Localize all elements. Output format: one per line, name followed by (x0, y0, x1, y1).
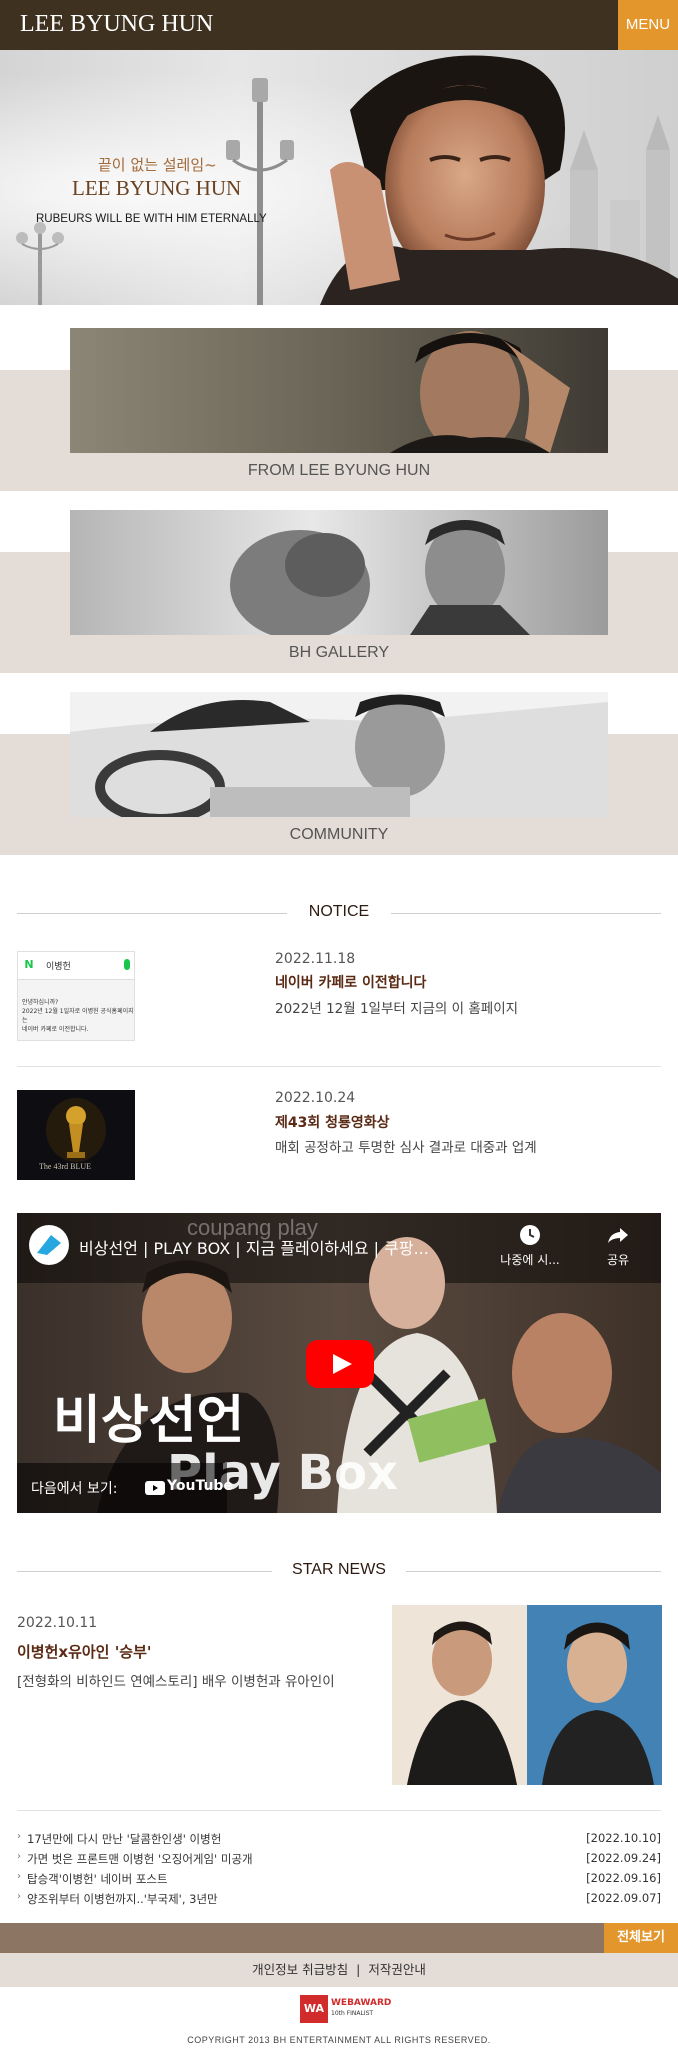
footer-more-bar: 전체보기 (0, 1923, 678, 1953)
watch-later-label: 나중에 시... (500, 1253, 560, 1267)
notice-desc: 매회 공정하고 투명한 심사 결과로 대중과 업계 (275, 1140, 537, 1156)
news-list-item[interactable]: › 양조위부터 이병헌까지..'부국제', 3년만 [2022.09.07] (17, 1891, 661, 1909)
copyright-policy-link[interactable]: 저작권안내 (368, 1962, 426, 1977)
feature-bh-gallery[interactable]: BH GALLERY (0, 510, 678, 693)
notice-date: 2022.11.18 (275, 951, 356, 967)
feature-caption[interactable]: BH GALLERY (0, 644, 678, 662)
share-button[interactable]: 공유 (593, 1223, 643, 1273)
video-player[interactable]: coupang play 비상선언 | PLAY BOX | 지금 플레이하세요… (17, 1213, 661, 1513)
news-list-date: [2022.09.07] (586, 1891, 661, 1905)
web-award-title: WEBAWARD (331, 1998, 392, 2008)
divider (17, 1066, 661, 1067)
notice-title-link[interactable]: 제43회 청룡영화상 (275, 1112, 390, 1132)
youtube-wordmark: YouTube (167, 1478, 233, 1494)
site-logo[interactable]: LEE BYUNG HUN (20, 11, 213, 38)
news-list-date: [2022.10.10] (586, 1831, 661, 1845)
menu-button[interactable]: MENU (618, 0, 678, 50)
news-list-date: [2022.09.24] (586, 1851, 661, 1865)
feature-photo-portrait (70, 328, 608, 453)
notice-item[interactable]: N 이병헌 안녕하십니까? 2022년 12월 1일자로 이병헌 공식홈페이지는… (17, 951, 661, 1041)
notice-desc: 2022년 12월 1일부터 지금의 이 홈페이지 (275, 1001, 519, 1017)
notice-title-link[interactable]: 네이버 카페로 이전합니다 (275, 972, 426, 992)
feature-community[interactable]: COMMUNITY (0, 692, 678, 875)
news-list-item[interactable]: › 17년만에 다시 만난 '달콤한인생' 이병헌 [2022.10.10] (17, 1831, 661, 1849)
view-all-button[interactable]: 전체보기 (604, 1923, 678, 1953)
youtube-logo-icon (145, 1481, 165, 1495)
bullet-arrow-icon: › (17, 1871, 21, 1882)
feature-caption[interactable]: COMMUNITY (0, 826, 678, 844)
news-list-title[interactable]: 탑승객'이병헌' 네이버 포스트 (27, 1871, 168, 1887)
notice-item[interactable]: The 43rd BLUE 2022.10.24 제43회 청룡영화상 매회 공… (17, 1090, 661, 1180)
news-desc: [전형화의 비하인드 연예스토리] 배우 이병헌과 유아인이 (17, 1674, 335, 1690)
feature-photo-car (70, 692, 608, 817)
search-text: 이병헌 (46, 962, 71, 972)
street-lamp-left-illustration (16, 222, 64, 305)
news-photo-image (392, 1605, 662, 1785)
feature-photo-dog (70, 510, 608, 635)
notice-title: NOTICE (308, 903, 370, 920)
thumb-line: 안녕하십니까? (22, 999, 59, 1006)
watch-on-label: 다음에서 보기: (31, 1481, 118, 1497)
web-award-logo-icon: WA (300, 1995, 328, 2023)
notice-date: 2022.10.24 (275, 1090, 356, 1106)
search-bar: N 이병헌 (18, 952, 134, 980)
news-list-title[interactable]: 가면 벗은 프론트맨 이병헌 '오징어게임' 미공개 (27, 1851, 253, 1867)
news-list-date: [2022.09.16] (586, 1871, 661, 1885)
top-header: LEE BYUNG HUN MENU (0, 0, 678, 50)
naver-badge-icon: N (22, 958, 36, 972)
mic-icon (124, 959, 130, 970)
watch-on-youtube[interactable]: 다음에서 보기: YouTube (17, 1463, 233, 1513)
notice-section-title: NOTICE (17, 903, 661, 923)
play-button[interactable] (306, 1340, 374, 1388)
share-label: 공유 (606, 1253, 630, 1267)
thumb-line: 2022년 12월 1일자로 이병헌 공식홈페이지는 (22, 1008, 134, 1024)
copyright-text: COPYRIGHT 2013 BH ENTERTAINMENT ALL RIGH… (187, 2035, 491, 2045)
news-photo[interactable] (392, 1605, 662, 1785)
privacy-policy-link[interactable]: 개인정보 취급방침 (252, 1962, 348, 1977)
link-separator: | (356, 1962, 361, 1977)
video-title[interactable]: 비상선언 | PLAY BOX | 지금 플레이하세요 | 쿠팡... (79, 1235, 499, 1259)
feature-from-lee-byung-hun[interactable]: FROM LEE BYUNG HUN (0, 328, 678, 511)
star-news-title: STAR NEWS (292, 1561, 386, 1578)
web-award-badge: WA WEBAWARD 10th FINALIST (300, 1995, 391, 2023)
news-list-title[interactable]: 양조위부터 이병헌까지..'부국제', 3년만 (27, 1891, 218, 1907)
play-icon (333, 1354, 352, 1374)
feature-caption[interactable]: FROM LEE BYUNG HUN (0, 462, 678, 480)
bullet-arrow-icon: › (17, 1851, 21, 1862)
clock-icon (520, 1225, 540, 1245)
web-award-sub: 10th FINALIST (331, 2010, 374, 2017)
notice-thumb-body: 안녕하십니까? 2022년 12월 1일자로 이병헌 공식홈페이지는 네이버 카… (22, 998, 134, 1034)
coupang-play-logo-icon (37, 1235, 61, 1255)
hero-subtitle: RUBEURS WILL BE WITH HIM ETERNALLY (36, 213, 267, 225)
bullet-arrow-icon: › (17, 1831, 21, 1842)
video-big-title: 비상선언 (53, 1391, 245, 1451)
thumb-line: 네이버 카페로 이전합니다. (22, 1026, 89, 1033)
footer-links: 개인정보 취급방침 | 저작권안내 (0, 1953, 678, 1987)
watch-later-button[interactable]: 나중에 시... (495, 1223, 565, 1273)
hero-tagline: 끝이 없는 설레임~ (98, 156, 217, 174)
bullet-arrow-icon: › (17, 1891, 21, 1902)
news-headline-link[interactable]: 이병헌x유아인 '승부' (17, 1641, 151, 1662)
thumb-caption: The 43rd BLUE (39, 1162, 91, 1171)
notice-thumbnail[interactable]: N 이병헌 안녕하십니까? 2022년 12월 1일자로 이병헌 공식홈페이지는… (17, 951, 135, 1041)
hero-name: LEE BYUNG HUN (72, 176, 242, 200)
news-list-title[interactable]: 17년만에 다시 만난 '달콤한인생' 이병헌 (27, 1831, 221, 1847)
hero-banner: 끝이 없는 설레임~ LEE BYUNG HUN RUBEURS WILL BE… (0, 50, 678, 305)
channel-avatar[interactable] (29, 1225, 69, 1265)
notice-thumbnail[interactable]: The 43rd BLUE (17, 1090, 135, 1180)
divider (17, 1810, 661, 1811)
news-list-item[interactable]: › 가면 벗은 프론트맨 이병헌 '오징어게임' 미공개 [2022.09.24… (17, 1851, 661, 1869)
hero-portrait (320, 55, 678, 305)
share-arrow-icon (608, 1228, 628, 1243)
news-list-item[interactable]: › 탑승객'이병헌' 네이버 포스트 [2022.09.16] (17, 1871, 661, 1889)
star-news-section-title: STAR NEWS (17, 1561, 661, 1581)
news-date: 2022.10.11 (17, 1615, 98, 1631)
